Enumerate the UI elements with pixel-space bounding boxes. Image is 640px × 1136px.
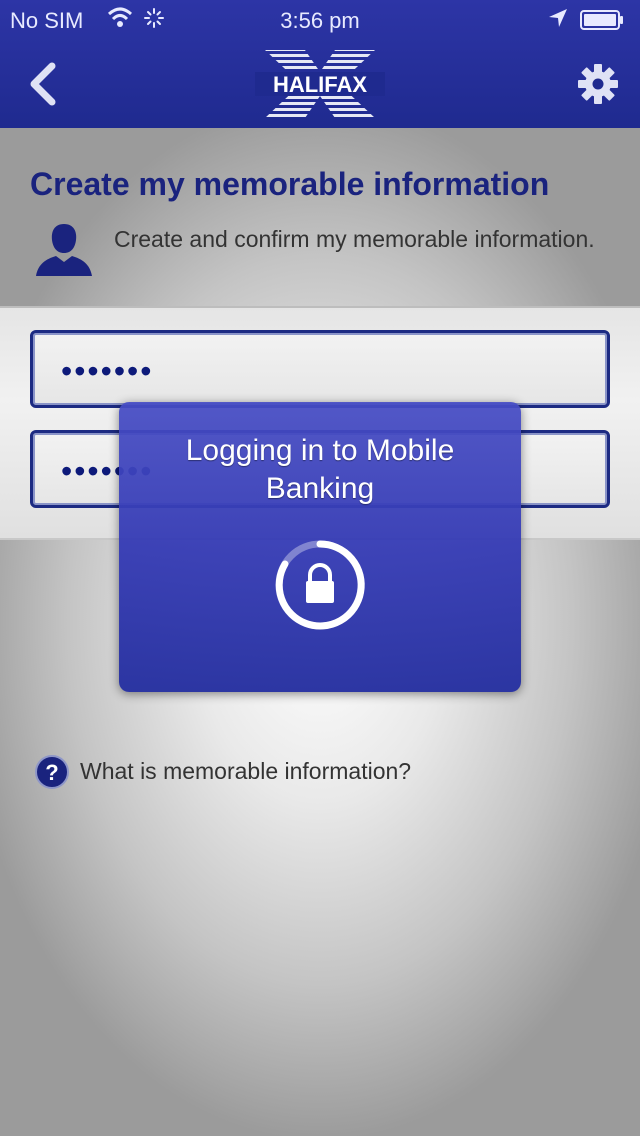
top-bar: No SIM 3:56 pm HALIFAX	[0, 0, 640, 128]
gear-icon[interactable]	[576, 62, 620, 106]
page-title: Create my memorable information	[30, 166, 550, 202]
memorable-info-value: •••••••	[61, 353, 154, 389]
navigation-bar: HALIFAX	[0, 40, 640, 128]
halifax-logo: HALIFAX	[255, 50, 385, 118]
help-link-label: What is memorable information?	[80, 758, 412, 784]
battery-icon	[580, 10, 623, 30]
question-icon: ?	[35, 755, 69, 789]
memorable-info-field[interactable]: •••••••	[30, 330, 610, 408]
loading-dialog: Logging in to Mobile Banking	[119, 402, 521, 692]
location-arrow-icon	[549, 9, 567, 27]
status-time: 3:56 pm	[280, 8, 360, 33]
status-bar: No SIM 3:56 pm	[0, 0, 640, 40]
chevron-left-icon[interactable]	[24, 62, 64, 106]
loading-message: Logging in to Mobile Banking	[185, 434, 455, 505]
lock-icon	[275, 540, 365, 630]
user-silhouette-icon	[36, 224, 92, 276]
logo-wordmark: HALIFAX	[273, 72, 367, 97]
svg-text:?: ?	[45, 760, 58, 785]
page-subtitle: Create and confirm my memorable informat…	[114, 226, 595, 252]
